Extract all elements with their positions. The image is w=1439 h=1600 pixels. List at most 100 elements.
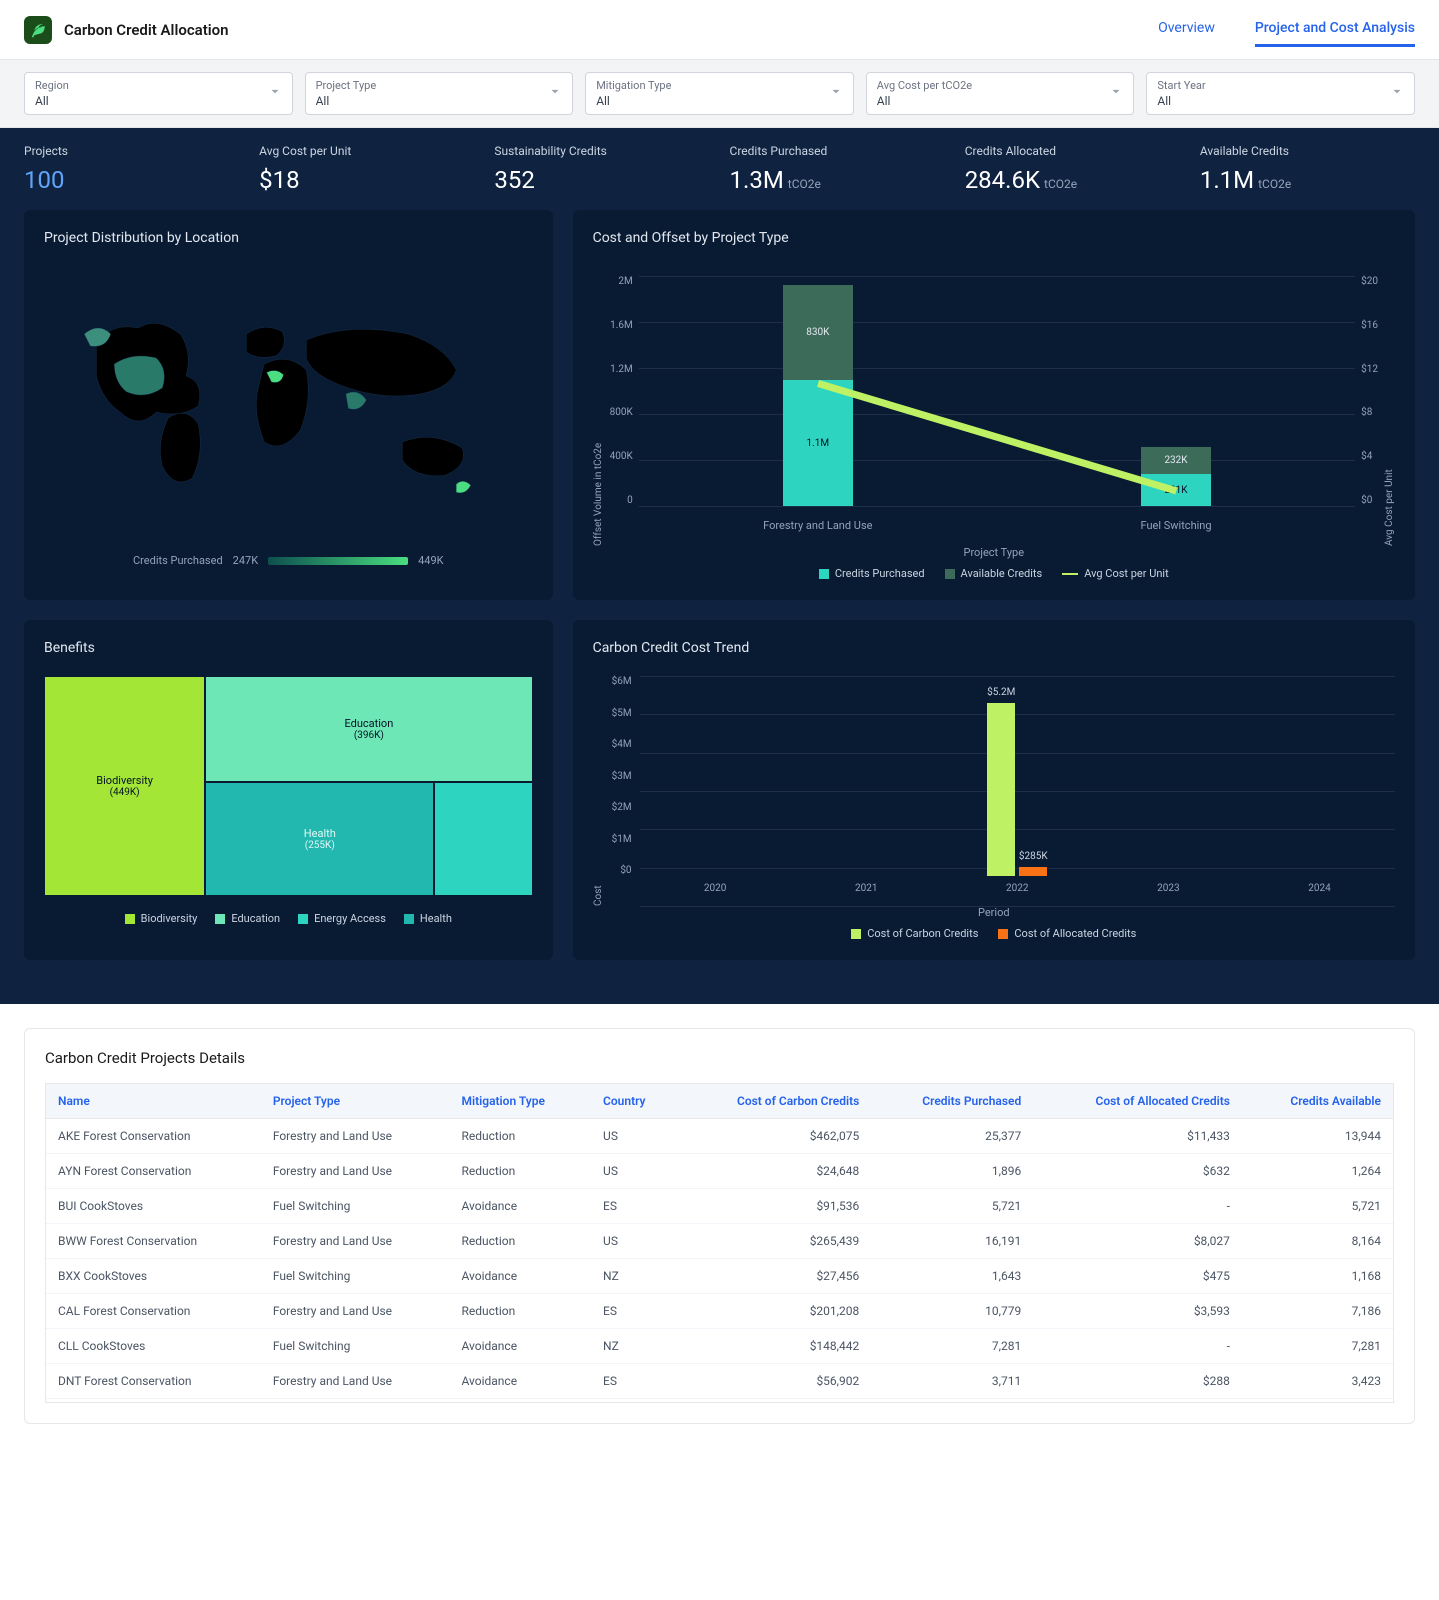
table-scroll[interactable]: Name Project Type Mitigation Type Countr… <box>45 1083 1394 1403</box>
leaf-icon <box>29 21 47 39</box>
filter-mitigation-type[interactable]: Mitigation Type All <box>585 72 854 115</box>
legend-item[interactable]: Avg Cost per Unit <box>1062 567 1168 580</box>
table-cell: CLL CookStoves <box>46 1329 261 1364</box>
kpi-value[interactable]: 100 <box>24 166 239 194</box>
legend-item[interactable]: Credits Purchased <box>819 567 925 580</box>
legend-item[interactable]: Cost of Carbon Credits <box>851 927 978 940</box>
combo-chart: Offset Volume in tCo2e 2M1.6M1.2M800K400… <box>593 266 1395 546</box>
filter-project-type[interactable]: Project Type All <box>305 72 574 115</box>
legend-item[interactable]: Cost of Allocated Credits <box>998 927 1136 940</box>
kpi-label: Credits Purchased <box>730 144 945 158</box>
legend-min: 247K <box>233 554 258 567</box>
kpi-value: 352 <box>494 166 709 194</box>
table-cell: US <box>591 1154 679 1189</box>
col-available[interactable]: Credits Available <box>1242 1084 1393 1119</box>
table-cell: $11,433 <box>1033 1119 1242 1154</box>
table-cell: 7,281 <box>871 1329 1033 1364</box>
bar-fuel-switching[interactable]: 232K 281K Fuel Switching <box>1136 276 1216 506</box>
table-cell: $475 <box>1033 1259 1242 1294</box>
table-cell: NZ <box>591 1259 679 1294</box>
kpi-allocated: Credits Allocated 284.6KtCO2e <box>965 144 1180 194</box>
table-cell: Forestry and Land Use <box>261 1364 450 1399</box>
kpi-label: Available Credits <box>1200 144 1415 158</box>
projects-table: Name Project Type Mitigation Type Countr… <box>46 1084 1393 1403</box>
tab-overview[interactable]: Overview <box>1158 12 1215 47</box>
map-legend: Credits Purchased 247K 449K <box>44 554 533 567</box>
col-project-type[interactable]: Project Type <box>261 1084 450 1119</box>
treemap-biodiversity[interactable]: Biodiversity (449K) <box>44 676 205 896</box>
legend-item[interactable]: Biodiversity <box>125 912 198 925</box>
table-row[interactable]: DNT Forest ConservationForestry and Land… <box>46 1364 1393 1399</box>
bar-purchased: 1.1M <box>783 380 853 506</box>
panel-title: Project Distribution by Location <box>44 230 533 246</box>
table-cell: $27,456 <box>679 1259 872 1294</box>
table-cell: Avoidance <box>449 1259 591 1294</box>
table-cell: US <box>591 1119 679 1154</box>
table-cell: Avoidance <box>449 1329 591 1364</box>
col-name[interactable]: Name <box>46 1084 261 1119</box>
table-row[interactable]: BUI CookStovesFuel SwitchingAvoidanceES$… <box>46 1189 1393 1224</box>
treemap-education[interactable]: Education (396K) <box>205 676 532 782</box>
chevron-down-icon <box>829 85 843 103</box>
legend-item[interactable]: Education <box>215 912 280 925</box>
trend-y-axis: $6M$5M$4M$3M$2M$1M$0 <box>604 676 640 906</box>
trend-bar-allocated-2022[interactable]: $285K <box>1019 867 1047 877</box>
col-mitigation[interactable]: Mitigation Type <box>449 1084 591 1119</box>
table-cell: 3,423 <box>1242 1364 1393 1399</box>
trend-bars: $5.2M $285K <box>640 676 1395 876</box>
legend-item[interactable]: Health <box>404 912 452 925</box>
table-cell: Forestry and Land Use <box>261 1154 450 1189</box>
panel-cost-trend: Carbon Credit Cost Trend Cost $6M$5M$4M$… <box>573 620 1415 960</box>
table-cell: AKE Forest Conservation <box>46 1119 261 1154</box>
filter-value: All <box>316 94 563 108</box>
map-region-nz[interactable] <box>456 481 470 493</box>
table-row[interactable]: CLL CookStovesFuel SwitchingAvoidanceNZ$… <box>46 1329 1393 1364</box>
legend-item[interactable]: Available Credits <box>945 567 1043 580</box>
table-cell: NZ <box>591 1399 679 1404</box>
panel-combo-chart: Cost and Offset by Project Type Offset V… <box>573 210 1415 600</box>
table-cell: Forestry and Land Use <box>261 1294 450 1329</box>
panel-title: Cost and Offset by Project Type <box>593 230 1395 246</box>
treemap-health[interactable]: Health (255K) <box>205 782 434 896</box>
table-row[interactable]: DXG CookStovesFuel SwitchingAvoidanceNZ$… <box>46 1399 1393 1404</box>
treemap-energy-access[interactable] <box>434 782 532 896</box>
bar-forestry[interactable]: 830K 1.1M Forestry and Land Use <box>778 276 858 506</box>
trend-bar-carbon-2022[interactable]: $5.2M <box>987 703 1015 876</box>
table-row[interactable]: BWW Forest ConservationForestry and Land… <box>46 1224 1393 1259</box>
table-row[interactable]: BXX CookStovesFuel SwitchingAvoidanceNZ$… <box>46 1259 1393 1294</box>
table-row[interactable]: AYN Forest ConservationForestry and Land… <box>46 1154 1393 1189</box>
table-cell: US <box>591 1224 679 1259</box>
kpi-value: 1.3MtCO2e <box>730 166 945 194</box>
filter-region[interactable]: Region All <box>24 72 293 115</box>
kpi-label: Projects <box>24 144 239 158</box>
combo-legend: Credits Purchased Available Credits Avg … <box>593 567 1395 580</box>
col-country[interactable]: Country <box>591 1084 679 1119</box>
table-cell: ES <box>591 1364 679 1399</box>
dark-panels: Project Distribution by Location <box>0 210 1439 1004</box>
table-cell: Fuel Switching <box>261 1259 450 1294</box>
table-cell: 5,721 <box>871 1189 1033 1224</box>
table-cell: $91,536 <box>679 1189 872 1224</box>
tab-project-cost[interactable]: Project and Cost Analysis <box>1255 12 1415 47</box>
legend-gradient <box>268 557 408 565</box>
legend-item[interactable]: Energy Access <box>298 912 386 925</box>
table-row[interactable]: AKE Forest ConservationForestry and Land… <box>46 1119 1393 1154</box>
table-cell: 10,779 <box>871 1294 1033 1329</box>
map-region-in[interactable] <box>346 392 366 409</box>
col-cost-carbon[interactable]: Cost of Carbon Credits <box>679 1084 872 1119</box>
filter-start-year[interactable]: Start Year All <box>1146 72 1415 115</box>
panel-benefits: Benefits Biodiversity (449K) Education (… <box>24 620 553 960</box>
table-cell: DNT Forest Conservation <box>46 1364 261 1399</box>
filter-avg-cost[interactable]: Avg Cost per tCO2e All <box>866 72 1135 115</box>
table-cell: $265,439 <box>679 1224 872 1259</box>
table-card: Carbon Credit Projects Details Name Proj… <box>24 1028 1415 1424</box>
bar-available: 830K <box>783 285 853 380</box>
table-cell: Avoidance <box>449 1364 591 1399</box>
table-cell: $632 <box>1033 1154 1242 1189</box>
world-map[interactable] <box>44 266 533 546</box>
col-cost-allocated[interactable]: Cost of Allocated Credits <box>1033 1084 1242 1119</box>
page-title: Carbon Credit Allocation <box>64 21 229 39</box>
filter-label: Mitigation Type <box>596 79 843 92</box>
col-purchased[interactable]: Credits Purchased <box>871 1084 1033 1119</box>
table-row[interactable]: CAL Forest ConservationForestry and Land… <box>46 1294 1393 1329</box>
